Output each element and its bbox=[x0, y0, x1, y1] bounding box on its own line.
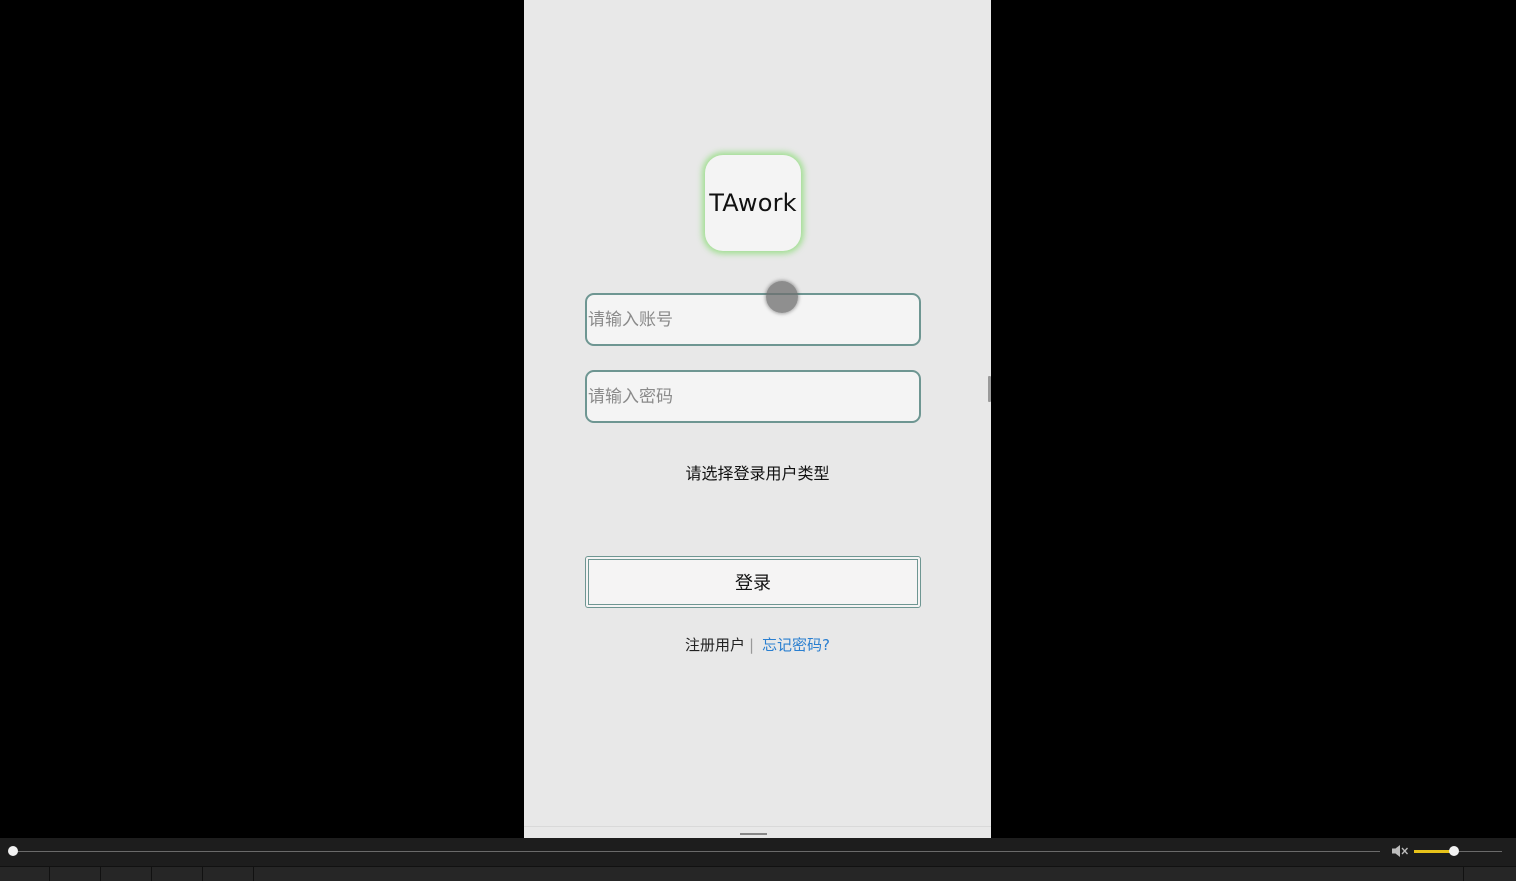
bottom-bar-cell[interactable] bbox=[50, 867, 101, 881]
bottom-bar-cell[interactable] bbox=[101, 867, 152, 881]
volume-slider-knob[interactable] bbox=[1448, 846, 1459, 856]
video-stage: TAwork 请选择登录用户类型 登录 注册用户| 忘记密码? bbox=[0, 0, 1516, 838]
login-button-label: 登录 bbox=[588, 559, 918, 605]
bottom-grip-handle[interactable] bbox=[740, 833, 767, 835]
bottom-bar-cell[interactable] bbox=[152, 867, 203, 881]
player-bottom-bar bbox=[0, 866, 1516, 881]
player-controls bbox=[0, 838, 1516, 881]
bottom-bar-cell[interactable] bbox=[203, 867, 254, 881]
login-button[interactable]: 登录 bbox=[585, 556, 921, 608]
resize-handle[interactable] bbox=[988, 376, 991, 402]
register-link[interactable]: 注册用户 bbox=[685, 636, 745, 654]
app-logo: TAwork bbox=[705, 155, 801, 251]
bottom-divider bbox=[524, 826, 991, 827]
auth-links: 注册用户 | 忘记密码? bbox=[524, 634, 991, 655]
seek-knob[interactable] bbox=[8, 846, 18, 856]
password-field[interactable] bbox=[585, 370, 921, 423]
volume-mute-icon[interactable] bbox=[1391, 844, 1409, 858]
touch-indicator bbox=[766, 281, 798, 313]
forgot-password-link[interactable]: 忘记密码? bbox=[762, 636, 830, 654]
seek-bar[interactable] bbox=[13, 851, 1380, 852]
bottom-bar-cell bbox=[254, 867, 1464, 881]
phone-screen: TAwork 请选择登录用户类型 登录 注册用户| 忘记密码? bbox=[524, 0, 991, 838]
links-divider: | bbox=[748, 636, 755, 654]
account-input[interactable] bbox=[587, 295, 919, 344]
account-field[interactable] bbox=[585, 293, 921, 346]
password-input[interactable] bbox=[587, 372, 919, 421]
volume-slider-fill bbox=[1414, 850, 1454, 853]
bottom-bar-cell[interactable] bbox=[0, 867, 50, 881]
user-type-selector[interactable]: 请选择登录用户类型 bbox=[524, 460, 991, 484]
app-logo-text: TAwork bbox=[709, 189, 797, 217]
